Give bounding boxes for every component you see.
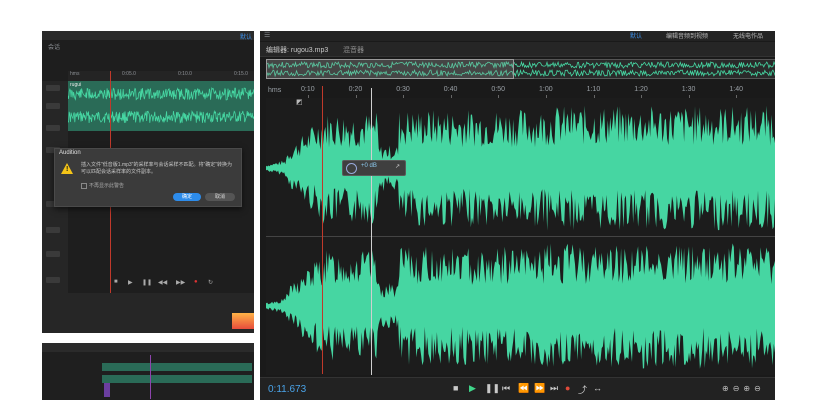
transport-bar: 0:11.673 ■ ▶ ❚❚ ⏮ ⏪ ⏩ ⏭ ● ⤴ ↔ ⊕⊖⊕⊖ xyxy=(260,377,775,400)
waveform-editor-panel: ☰ 默认 编辑音频到视频 无线电作品 编辑器: rugou3.mp3 混音器 0… xyxy=(260,31,775,400)
track-arm-button[interactable] xyxy=(46,227,60,233)
zoom-out-amplitude-icon[interactable]: ⊖ xyxy=(733,384,744,393)
dialog-title: Audition xyxy=(59,150,81,156)
loop-icon[interactable]: ↻ xyxy=(208,279,213,286)
channel-toggle-icon[interactable]: ◩ xyxy=(296,98,303,106)
record-icon[interactable]: ● xyxy=(194,279,198,285)
ruler-tick-label: 0:40 xyxy=(443,86,458,93)
ruler-tick: hms xyxy=(70,71,80,77)
zoom-out-time-icon[interactable]: ⊖ xyxy=(754,384,765,393)
workspace-default[interactable]: 默认 xyxy=(630,31,642,40)
dont-show-again-checkbox[interactable]: 不再显示此警告 xyxy=(81,182,124,189)
ruler-tick: 0:10.0 xyxy=(178,71,192,77)
tab-mixer[interactable]: 混音器 xyxy=(343,45,364,55)
playhead[interactable] xyxy=(322,86,323,374)
zoom-in-time-icon[interactable]: ⊕ xyxy=(743,384,754,393)
track-solo-button[interactable] xyxy=(46,103,60,109)
audio-clip[interactable] xyxy=(102,363,252,371)
ruler-tick-label: 1:40 xyxy=(729,86,744,93)
cue-marker[interactable] xyxy=(150,355,151,399)
session-mixer-strip xyxy=(42,293,254,333)
ok-button[interactable]: 确定 xyxy=(173,193,201,201)
volume-knob-icon[interactable] xyxy=(346,163,357,174)
ruler-tick-label: 0:20 xyxy=(348,86,363,93)
tab-editor[interactable]: 编辑器: rugou3.mp3 xyxy=(266,45,328,55)
sample-rate-warning-dialog: Audition ! 插入文件"低音版1.mp3"的采样率与会话采样不匹配。将"… xyxy=(54,148,242,207)
selected-clip-region[interactable] xyxy=(104,383,110,397)
current-time-display: 0:11.673 xyxy=(268,384,307,395)
track-mute-button[interactable] xyxy=(46,251,60,257)
ruler-tick-label: 0:50 xyxy=(491,86,506,93)
fast-forward-icon[interactable]: ⏩ xyxy=(534,383,545,394)
rewind-icon[interactable]: ⏪ xyxy=(518,383,529,394)
channel-divider xyxy=(266,236,775,237)
clip-waveform xyxy=(68,87,254,124)
stop-icon[interactable]: ■ xyxy=(114,279,118,285)
rewind-icon[interactable]: ◀◀ xyxy=(158,279,167,286)
multitrack-session-panel: 默认 会话 hms 0:05.0 0:10.0 0:15.0 rugui ■ ▶… xyxy=(42,31,254,333)
play-icon[interactable]: ▶ xyxy=(128,279,133,286)
zoom-controls: ⊕⊖⊕⊖ xyxy=(722,384,765,393)
time-unit-label: hms xyxy=(268,87,282,94)
pin-icon[interactable]: ↗ xyxy=(395,163,400,170)
ruler-tick-label: 0:10 xyxy=(301,86,315,93)
clip-name: rugui xyxy=(70,82,82,88)
track-mute-button[interactable] xyxy=(46,85,60,91)
panel-menu-icon[interactable]: ☰ xyxy=(264,31,270,39)
workspace-default-label[interactable]: 默认 xyxy=(240,32,252,41)
audio-clip[interactable] xyxy=(102,375,252,383)
ruler-tick: 0:05.0 xyxy=(122,71,136,77)
ruler-tick-label: 1:10 xyxy=(586,86,601,93)
play-icon[interactable]: ▶ xyxy=(469,383,476,394)
level-meter xyxy=(232,313,254,329)
go-to-start-icon[interactable]: ⏮ xyxy=(502,383,510,394)
multitrack-thumbnail-panel xyxy=(42,343,254,400)
checkbox-label: 不再显示此警告 xyxy=(89,183,125,189)
thumbnail-toolbar xyxy=(42,343,254,352)
pause-icon[interactable]: ❚❚ xyxy=(485,383,500,394)
skip-selection-icon[interactable]: ↔ xyxy=(593,383,602,393)
time-cursor[interactable] xyxy=(371,88,372,375)
session-transport-bar: ■ ▶ ❚❚ ◀◀ ▶▶ ● ↻ xyxy=(102,279,252,287)
track-arm-button[interactable] xyxy=(46,125,60,131)
warning-exclamation-icon: ! xyxy=(66,166,69,173)
workspace-radio-production[interactable]: 无线电作品 xyxy=(733,31,763,40)
ruler-tick-label: 1:20 xyxy=(634,86,648,93)
session-tab[interactable]: 会话 xyxy=(48,42,60,51)
loop-icon[interactable]: ⤴ xyxy=(578,383,587,396)
checkbox-icon[interactable] xyxy=(81,182,87,189)
amplitude-hud[interactable]: +0 dB ↗ xyxy=(342,160,406,176)
ruler-tick-label: 1:00 xyxy=(539,86,553,93)
workspace-edit-audio-to-video[interactable]: 编辑音频到视频 xyxy=(666,31,708,40)
editor-tab-bar: 编辑器: rugou3.mp3 混音器 xyxy=(260,42,775,57)
dialog-message: 插入文件"低音版1.mp3"的采样率与会话采样不匹配。将"确定"转换为可以匹配会… xyxy=(81,162,232,175)
stop-icon[interactable]: ■ xyxy=(453,383,458,393)
record-icon[interactable]: ● xyxy=(565,383,570,393)
zoom-in-amplitude-icon[interactable]: ⊕ xyxy=(722,384,733,393)
ruler-tick: 0:15.0 xyxy=(234,71,248,77)
track-solo-button[interactable] xyxy=(46,277,60,283)
fast-forward-icon[interactable]: ▶▶ xyxy=(176,279,185,286)
ruler-tick-label: 0:30 xyxy=(396,86,410,93)
overview-visible-range[interactable] xyxy=(266,59,514,79)
pause-icon[interactable]: ❚❚ xyxy=(142,279,152,286)
ruler-tick-label: 1:30 xyxy=(681,86,696,93)
session-titlebar xyxy=(42,31,254,40)
cancel-button[interactable]: 取消 xyxy=(205,193,235,201)
go-to-end-icon[interactable]: ⏭ xyxy=(550,383,558,394)
amplitude-value: +0 dB xyxy=(361,163,377,169)
